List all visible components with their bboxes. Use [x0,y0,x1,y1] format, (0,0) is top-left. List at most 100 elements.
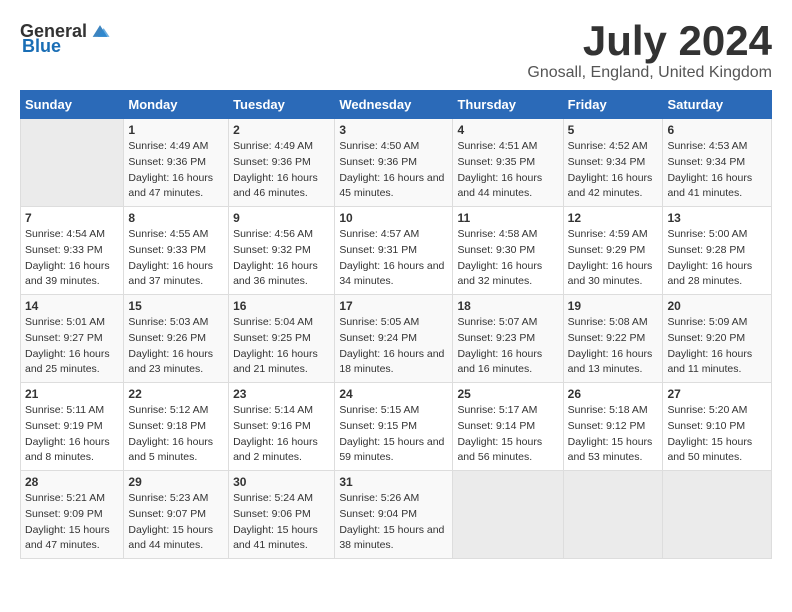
day-info: Sunrise: 5:05 AMSunset: 9:24 PMDaylight:… [339,315,448,378]
day-info: Sunrise: 5:26 AMSunset: 9:04 PMDaylight:… [339,491,448,554]
calendar-day-cell: 14 Sunrise: 5:01 AMSunset: 9:27 PMDayligh… [21,295,124,383]
day-info: Sunrise: 4:52 AMSunset: 9:34 PMDaylight:… [568,139,659,202]
day-info: Sunrise: 5:12 AMSunset: 9:18 PMDaylight:… [128,403,224,466]
calendar-day-cell: 20 Sunrise: 5:09 AMSunset: 9:20 PMDayligh… [663,295,772,383]
day-number: 27 [667,387,767,401]
calendar-day-cell: 21 Sunrise: 5:11 AMSunset: 9:19 PMDayligh… [21,383,124,471]
calendar-day-cell: 16 Sunrise: 5:04 AMSunset: 9:25 PMDayligh… [229,295,335,383]
calendar-day-cell: 24 Sunrise: 5:15 AMSunset: 9:15 PMDayligh… [335,383,453,471]
day-of-week-header: Saturday [663,91,772,119]
calendar-day-cell: 3 Sunrise: 4:50 AMSunset: 9:36 PMDaylight… [335,119,453,207]
day-number: 26 [568,387,659,401]
day-info: Sunrise: 5:24 AMSunset: 9:06 PMDaylight:… [233,491,330,554]
calendar-day-cell: 19Sunrise: 5:08 AMSunset: 9:22 PMDayligh… [563,295,663,383]
calendar-day-cell: 1 Sunrise: 4:49 AMSunset: 9:36 PMDaylight… [124,119,229,207]
day-info: Sunrise: 5:04 AMSunset: 9:25 PMDaylight:… [233,315,330,378]
calendar-day-cell: 31 Sunrise: 5:26 AMSunset: 9:04 PMDayligh… [335,471,453,559]
day-info: Sunrise: 4:49 AMSunset: 9:36 PMDaylight:… [233,139,330,202]
day-of-week-header: Sunday [21,91,124,119]
day-number: 3 [339,123,448,137]
calendar-day-cell: 9 Sunrise: 4:56 AMSunset: 9:32 PMDaylight… [229,207,335,295]
day-number: 11 [457,211,558,225]
calendar-day-cell: 6Sunrise: 4:53 AMSunset: 9:34 PMDaylight… [663,119,772,207]
month-title: July 2024 [527,20,772,62]
day-number: 2 [233,123,330,137]
day-number: 1 [128,123,224,137]
day-number: 29 [128,475,224,489]
calendar-day-cell: 30Sunrise: 5:24 AMSunset: 9:06 PMDayligh… [229,471,335,559]
calendar-day-cell [563,471,663,559]
day-info: Sunrise: 4:54 AMSunset: 9:33 PMDaylight:… [25,227,119,290]
calendar-week-row: 1 Sunrise: 4:49 AMSunset: 9:36 PMDaylight… [21,119,772,207]
day-number: 22 [128,387,224,401]
day-number: 14 [25,299,119,313]
day-number: 28 [25,475,119,489]
day-number: 16 [233,299,330,313]
day-number: 23 [233,387,330,401]
calendar-week-row: 14 Sunrise: 5:01 AMSunset: 9:27 PMDayligh… [21,295,772,383]
day-info: Sunrise: 5:15 AMSunset: 9:15 PMDaylight:… [339,403,448,466]
day-number: 7 [25,211,119,225]
calendar-day-cell: 15 Sunrise: 5:03 AMSunset: 9:26 PMDayligh… [124,295,229,383]
calendar-day-cell: 5Sunrise: 4:52 AMSunset: 9:34 PMDaylight… [563,119,663,207]
day-of-week-header: Monday [124,91,229,119]
day-info: Sunrise: 4:56 AMSunset: 9:32 PMDaylight:… [233,227,330,290]
logo-text-blue: Blue [22,36,61,57]
day-number: 4 [457,123,558,137]
day-info: Sunrise: 4:49 AMSunset: 9:36 PMDaylight:… [128,139,224,202]
calendar-day-cell: 10 Sunrise: 4:57 AMSunset: 9:31 PMDayligh… [335,207,453,295]
day-number: 9 [233,211,330,225]
day-info: Sunrise: 5:11 AMSunset: 9:19 PMDaylight:… [25,403,119,466]
calendar-day-cell: 22 Sunrise: 5:12 AMSunset: 9:18 PMDayligh… [124,383,229,471]
calendar-day-cell: 29 Sunrise: 5:23 AMSunset: 9:07 PMDayligh… [124,471,229,559]
logo: General Blue [20,20,111,57]
page-header: General Blue July 2024 Gnosall, England,… [20,20,772,82]
day-of-week-header: Tuesday [229,91,335,119]
day-info: Sunrise: 5:01 AMSunset: 9:27 PMDaylight:… [25,315,119,378]
day-info: Sunrise: 5:17 AMSunset: 9:14 PMDaylight:… [457,403,558,466]
calendar-day-cell: 4 Sunrise: 4:51 AMSunset: 9:35 PMDaylight… [453,119,563,207]
day-number: 8 [128,211,224,225]
day-number: 20 [667,299,767,313]
day-number: 12 [568,211,659,225]
day-info: Sunrise: 5:21 AMSunset: 9:09 PMDaylight:… [25,491,119,554]
day-info: Sunrise: 5:18 AMSunset: 9:12 PMDaylight:… [568,403,659,466]
day-info: Sunrise: 4:50 AMSunset: 9:36 PMDaylight:… [339,139,448,202]
day-info: Sunrise: 5:03 AMSunset: 9:26 PMDaylight:… [128,315,224,378]
day-number: 31 [339,475,448,489]
day-info: Sunrise: 5:14 AMSunset: 9:16 PMDaylight:… [233,403,330,466]
day-info: Sunrise: 4:57 AMSunset: 9:31 PMDaylight:… [339,227,448,290]
day-of-week-header: Thursday [453,91,563,119]
day-of-week-header: Wednesday [335,91,453,119]
day-number: 24 [339,387,448,401]
day-info: Sunrise: 5:00 AMSunset: 9:28 PMDaylight:… [667,227,767,290]
calendar-day-cell [453,471,563,559]
calendar-day-cell: 26 Sunrise: 5:18 AMSunset: 9:12 PMDayligh… [563,383,663,471]
calendar-day-cell: 23 Sunrise: 5:14 AMSunset: 9:16 PMDayligh… [229,383,335,471]
day-info: Sunrise: 5:08 AMSunset: 9:22 PMDaylight:… [568,315,659,378]
calendar-week-row: 7 Sunrise: 4:54 AMSunset: 9:33 PMDaylight… [21,207,772,295]
day-info: Sunrise: 4:55 AMSunset: 9:33 PMDaylight:… [128,227,224,290]
calendar-day-cell: 13 Sunrise: 5:00 AMSunset: 9:28 PMDayligh… [663,207,772,295]
day-info: Sunrise: 5:09 AMSunset: 9:20 PMDaylight:… [667,315,767,378]
title-block: July 2024 Gnosall, England, United Kingd… [527,20,772,82]
day-info: Sunrise: 4:59 AMSunset: 9:29 PMDaylight:… [568,227,659,290]
calendar-day-cell: 2 Sunrise: 4:49 AMSunset: 9:36 PMDaylight… [229,119,335,207]
day-info: Sunrise: 4:58 AMSunset: 9:30 PMDaylight:… [457,227,558,290]
day-number: 18 [457,299,558,313]
day-number: 15 [128,299,224,313]
day-number: 21 [25,387,119,401]
calendar-day-cell: 25Sunrise: 5:17 AMSunset: 9:14 PMDayligh… [453,383,563,471]
calendar-day-cell: 18 Sunrise: 5:07 AMSunset: 9:23 PMDayligh… [453,295,563,383]
day-of-week-header: Friday [563,91,663,119]
calendar-day-cell: 27Sunrise: 5:20 AMSunset: 9:10 PMDayligh… [663,383,772,471]
day-info: Sunrise: 4:51 AMSunset: 9:35 PMDaylight:… [457,139,558,202]
day-number: 13 [667,211,767,225]
calendar-day-cell: 12 Sunrise: 4:59 AMSunset: 9:29 PMDayligh… [563,207,663,295]
logo-icon [89,20,111,42]
day-info: Sunrise: 5:07 AMSunset: 9:23 PMDaylight:… [457,315,558,378]
day-number: 10 [339,211,448,225]
calendar-day-cell: 28 Sunrise: 5:21 AMSunset: 9:09 PMDayligh… [21,471,124,559]
day-info: Sunrise: 5:23 AMSunset: 9:07 PMDaylight:… [128,491,224,554]
calendar-week-row: 28 Sunrise: 5:21 AMSunset: 9:09 PMDayligh… [21,471,772,559]
